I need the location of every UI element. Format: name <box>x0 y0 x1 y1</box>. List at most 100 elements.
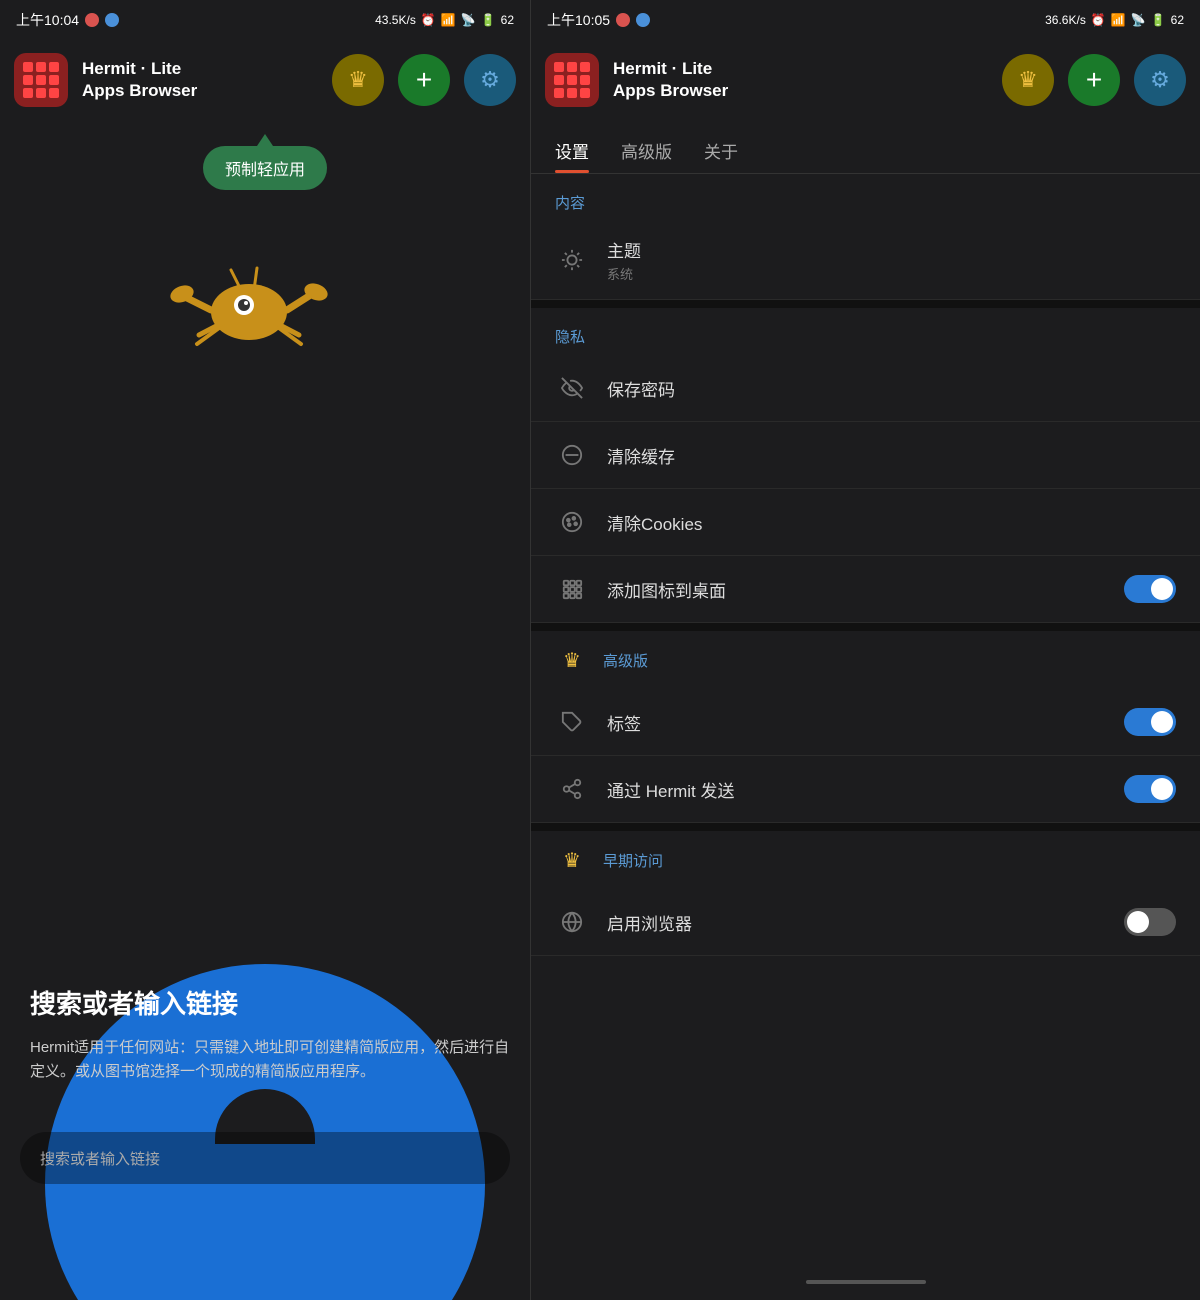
grid-dots-icon <box>23 62 59 98</box>
left-plus-icon: + <box>416 64 432 96</box>
add-to-desktop-toggle-container <box>1124 575 1176 603</box>
clear-cache-icon <box>555 438 589 472</box>
share-hermit-toggle[interactable] <box>1124 775 1176 803</box>
share-hermit-toggle-thumb <box>1151 778 1173 800</box>
battery-level: 62 <box>501 13 514 27</box>
wifi-icon: 📡 <box>461 13 476 27</box>
right-add-button[interactable]: + <box>1068 54 1120 106</box>
right-app-header: Hermit · Lite Apps Browser ♛ + ⚙ <box>531 40 1200 120</box>
right-crown-button[interactable]: ♛ <box>1002 54 1054 106</box>
right-status-dot-red <box>616 13 630 27</box>
right-app-title: Hermit · Lite Apps Browser <box>613 58 988 102</box>
right-nav-indicator <box>806 1280 926 1284</box>
left-app-title-line1: Hermit · Lite <box>82 58 318 80</box>
right-gear-icon: ⚙ <box>1150 67 1170 93</box>
left-body: Hermit适用于任何网站：只需键入地址即可创建精简版应用，然后进行自定义。或从… <box>30 1036 510 1084</box>
premium-section-label: 高级版 <box>603 650 648 671</box>
early-access-section-label: 早期访问 <box>603 850 663 871</box>
left-app-header: Hermit · Lite Apps Browser ♛ + ⚙ <box>0 40 530 120</box>
enable-browser-toggle-container <box>1124 908 1176 936</box>
tooltip-text: 预制轻应用 <box>225 162 305 179</box>
settings-item-clear-cookies[interactable]: 清除Cookies <box>531 489 1200 556</box>
tags-icon <box>555 705 589 739</box>
clear-cookies-content: 清除Cookies <box>607 510 1176 535</box>
enable-browser-toggle-thumb <box>1127 911 1149 933</box>
left-time: 上午10:04 <box>16 10 79 30</box>
right-signal-icon: 📶 <box>1111 13 1126 27</box>
add-to-desktop-toggle[interactable] <box>1124 575 1176 603</box>
right-settings-button[interactable]: ⚙ <box>1134 54 1186 106</box>
left-settings-button[interactable]: ⚙ <box>464 54 516 106</box>
settings-item-tags[interactable]: 标签 <box>531 689 1200 756</box>
right-speed: 36.6K/s <box>1045 13 1086 27</box>
theme-icon <box>555 243 589 277</box>
tags-title: 标签 <box>607 710 1106 735</box>
right-status-icons: 36.6K/s ⏰ 📶 📡 🔋 62 <box>1045 13 1184 27</box>
tags-content: 标签 <box>607 710 1106 735</box>
left-heading: 搜索或者输入链接 <box>30 988 510 1022</box>
right-wifi-icon: 📡 <box>1131 13 1146 27</box>
settings-item-add-to-desktop[interactable]: 添加图标到桌面 <box>531 556 1200 623</box>
save-password-title: 保存密码 <box>607 376 1176 401</box>
left-status-dot-red <box>85 13 99 27</box>
left-app-icon[interactable] <box>14 53 68 107</box>
divider-1 <box>531 300 1200 308</box>
left-app-title-line2: Apps Browser <box>82 80 318 102</box>
left-gear-icon: ⚙ <box>480 67 500 93</box>
section-header-content: 内容 <box>531 174 1200 221</box>
section-header-privacy: 隐私 <box>531 308 1200 355</box>
divider-3 <box>531 823 1200 831</box>
tooltip-bubble: 预制轻应用 <box>203 146 327 190</box>
right-battery-level: 62 <box>1171 13 1184 27</box>
right-crown-icon: ♛ <box>1018 67 1038 93</box>
share-hermit-title: 通过 Hermit 发送 <box>607 777 1106 802</box>
enable-browser-title: 启用浏览器 <box>607 910 1106 935</box>
right-status-bar: 上午10:05 36.6K/s ⏰ 📶 📡 🔋 62 <box>531 0 1200 40</box>
right-app-title-line2: Apps Browser <box>613 80 988 102</box>
settings-item-save-password[interactable]: 保存密码 <box>531 355 1200 422</box>
left-text-overlay: 搜索或者输入链接 Hermit适用于任何网站：只需键入地址即可创建精简版应用，然… <box>30 988 510 1084</box>
right-status-dot-blue <box>636 13 650 27</box>
left-add-button[interactable]: + <box>398 54 450 106</box>
tab-advanced[interactable]: 高级版 <box>621 138 672 173</box>
tabs-bar: 设置 高级版 关于 <box>531 120 1200 174</box>
left-search-bar[interactable]: 搜索或者输入链接 <box>20 1132 510 1184</box>
tooltip-arrow <box>257 134 273 146</box>
clear-cookies-title: 清除Cookies <box>607 510 1176 535</box>
divider-2 <box>531 623 1200 631</box>
theme-title: 主题 <box>607 237 1176 262</box>
save-password-icon <box>555 371 589 405</box>
left-status-bar: 上午10:04 43.5K/s ⏰ 📶 📡 🔋 62 <box>0 0 530 40</box>
battery-icon: 🔋 <box>481 13 496 27</box>
tags-toggle-container <box>1124 708 1176 736</box>
signal-icon: 📶 <box>441 13 456 27</box>
left-crown-button[interactable]: ♛ <box>332 54 384 106</box>
share-hermit-content: 通过 Hermit 发送 <box>607 777 1106 802</box>
add-to-desktop-icon <box>555 572 589 606</box>
tab-settings[interactable]: 设置 <box>555 138 589 173</box>
settings-item-enable-browser[interactable]: 启用浏览器 <box>531 889 1200 956</box>
tab-about[interactable]: 关于 <box>704 138 738 173</box>
save-password-content: 保存密码 <box>607 376 1176 401</box>
left-main: 搜索或者输入链接 Hermit适用于任何网站：只需键入地址即可创建精简版应用，然… <box>0 200 530 1264</box>
right-time: 上午10:05 <box>547 10 610 30</box>
right-plus-icon: + <box>1086 64 1102 96</box>
enable-browser-content: 启用浏览器 <box>607 910 1106 935</box>
right-grid-dots-icon <box>554 62 590 98</box>
add-to-desktop-content: 添加图标到桌面 <box>607 577 1106 602</box>
early-access-crown-icon: ♛ <box>555 843 589 877</box>
settings-item-clear-cache[interactable]: 清除缓存 <box>531 422 1200 489</box>
share-hermit-toggle-container <box>1124 775 1176 803</box>
browser-icon <box>555 905 589 939</box>
tooltip-area: 预制轻应用 <box>0 120 530 200</box>
right-app-icon[interactable] <box>545 53 599 107</box>
add-to-desktop-title: 添加图标到桌面 <box>607 577 1106 602</box>
left-crown-icon: ♛ <box>348 67 368 93</box>
settings-item-theme[interactable]: 主题 系统 <box>531 221 1200 300</box>
clear-cache-title: 清除缓存 <box>607 443 1176 468</box>
right-battery-icon: 🔋 <box>1151 13 1166 27</box>
enable-browser-toggle[interactable] <box>1124 908 1176 936</box>
tags-toggle[interactable] <box>1124 708 1176 736</box>
settings-item-share-hermit[interactable]: 通过 Hermit 发送 <box>531 756 1200 823</box>
left-search-placeholder: 搜索或者输入链接 <box>40 1148 160 1169</box>
